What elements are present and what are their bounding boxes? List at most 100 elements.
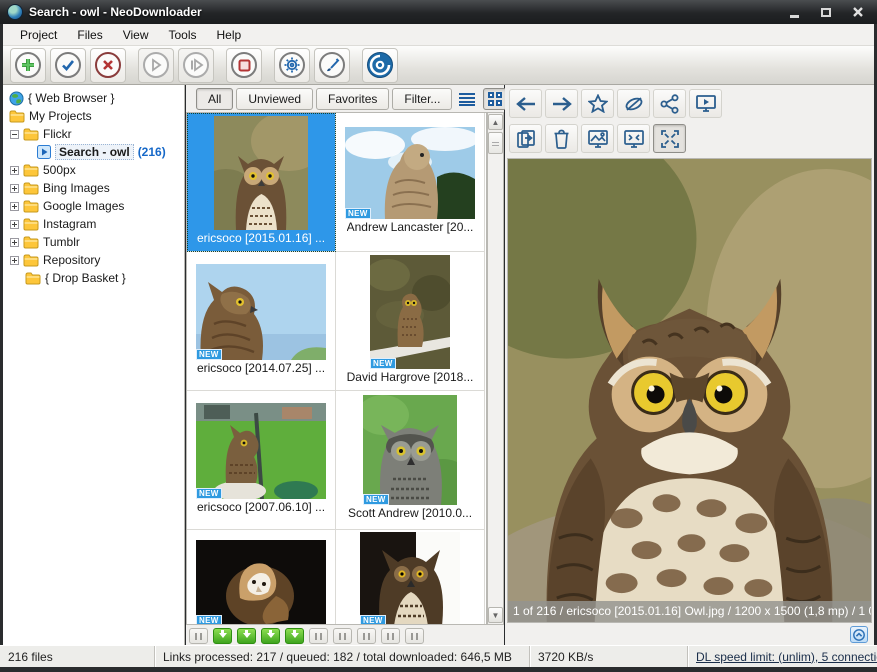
thumbnail-item-2[interactable]: NEW Andrew Lancaster [20... bbox=[336, 113, 485, 252]
set-wallpaper-button[interactable] bbox=[581, 124, 614, 153]
tree-item-500px[interactable]: 500px bbox=[3, 161, 184, 179]
web-browser-button[interactable] bbox=[362, 48, 398, 83]
download-slot-paused[interactable] bbox=[381, 628, 400, 644]
thumbnail-caption: ericsoco [2007.06.10] ... bbox=[197, 499, 325, 516]
thumbnails-scrollbar[interactable]: ▲ ▼ bbox=[487, 112, 504, 625]
resume-download-button[interactable] bbox=[178, 48, 214, 83]
download-slot-active[interactable] bbox=[237, 628, 256, 644]
minimize-button[interactable] bbox=[783, 4, 805, 20]
next-image-button[interactable] bbox=[545, 89, 578, 118]
pause-icon bbox=[411, 633, 418, 640]
status-dl-limit: DL speed limit: (unlim), 5 connections bbox=[688, 646, 877, 667]
new-project-button[interactable] bbox=[10, 48, 46, 83]
download-arrow-icon bbox=[243, 633, 251, 642]
expand-expander-icon[interactable] bbox=[10, 166, 19, 175]
menu-view[interactable]: View bbox=[114, 25, 158, 45]
stop-download-button[interactable] bbox=[226, 48, 262, 83]
thumbnail-item-3[interactable]: NEW ericsoco [2014.07.25] ... bbox=[187, 252, 336, 391]
trash-icon bbox=[553, 129, 570, 149]
maximize-icon bbox=[821, 8, 831, 17]
monitor-play-icon bbox=[695, 94, 717, 113]
tree-item-google-images[interactable]: Google Images bbox=[3, 197, 184, 215]
tree-item-flickr[interactable]: Flickr bbox=[3, 125, 184, 143]
tree-item-repository[interactable]: Repository bbox=[3, 251, 184, 269]
scroll-up-icon[interactable]: ▲ bbox=[488, 114, 503, 130]
scroll-down-icon[interactable]: ▼ bbox=[488, 607, 503, 623]
collapse-expander-icon[interactable] bbox=[10, 130, 19, 139]
menu-help[interactable]: Help bbox=[208, 25, 251, 45]
expand-expander-icon[interactable] bbox=[10, 256, 19, 265]
expand-expander-icon[interactable] bbox=[10, 220, 19, 229]
copy-file-icon bbox=[516, 129, 536, 149]
preview-toolbar-row1 bbox=[505, 85, 874, 118]
favorite-button[interactable] bbox=[581, 89, 614, 118]
expand-expander-icon[interactable] bbox=[10, 202, 19, 211]
download-slot-paused[interactable] bbox=[309, 628, 328, 644]
view-fullscreen-button[interactable] bbox=[617, 124, 650, 153]
tree-item-bing-images[interactable]: Bing Images bbox=[3, 179, 184, 197]
browser-globe-icon bbox=[366, 51, 394, 79]
download-slot-active[interactable] bbox=[261, 628, 280, 644]
download-slot-paused[interactable] bbox=[333, 628, 352, 644]
download-slot-active[interactable] bbox=[285, 628, 304, 644]
tree-item-instagram[interactable]: Instagram bbox=[3, 215, 184, 233]
delete-project-button[interactable] bbox=[90, 48, 126, 83]
download-slot-paused[interactable] bbox=[405, 628, 424, 644]
monitor-image-icon bbox=[587, 129, 609, 149]
thumbnail-view-button[interactable] bbox=[483, 88, 507, 110]
maximize-button[interactable] bbox=[815, 4, 837, 20]
download-slot-paused[interactable] bbox=[357, 628, 376, 644]
tree-item-drop-basket[interactable]: { Drop Basket } bbox=[3, 269, 184, 287]
delete-file-button[interactable] bbox=[545, 124, 578, 153]
owl-photo-thumb bbox=[196, 264, 326, 360]
tree-item-my-projects[interactable]: My Projects bbox=[3, 107, 184, 125]
folder-icon bbox=[23, 182, 39, 195]
tab-all[interactable]: All bbox=[196, 88, 233, 110]
thumbnail-item-4[interactable]: NEW David Hargrove [2018... bbox=[336, 252, 485, 391]
menu-files[interactable]: Files bbox=[68, 25, 111, 45]
tab-unviewed[interactable]: Unviewed bbox=[236, 88, 313, 110]
thumbnail-item-8[interactable]: NEW bbox=[336, 530, 485, 625]
menu-tools[interactable]: Tools bbox=[160, 25, 206, 45]
previous-image-button[interactable] bbox=[509, 89, 542, 118]
link-icon bbox=[624, 95, 644, 113]
download-slot-paused[interactable] bbox=[189, 628, 208, 644]
check-button[interactable] bbox=[50, 48, 86, 83]
list-view-button[interactable] bbox=[455, 88, 479, 110]
new-badge: NEW bbox=[345, 208, 371, 219]
copy-file-button[interactable] bbox=[509, 124, 542, 153]
thumbnail-item-5[interactable]: NEW ericsoco [2007.06.10] ... bbox=[187, 391, 336, 530]
download-slot-active[interactable] bbox=[213, 628, 232, 644]
close-button[interactable] bbox=[847, 4, 869, 20]
tree-item-tumblr[interactable]: Tumblr bbox=[3, 233, 184, 251]
stop-icon bbox=[231, 52, 257, 78]
cross-icon bbox=[95, 52, 121, 78]
thumbnail-item-6[interactable]: NEW Scott Andrew [2010.0... bbox=[336, 391, 485, 530]
arrow-right-icon bbox=[551, 96, 573, 112]
tab-favorites[interactable]: Favorites bbox=[316, 88, 389, 110]
expand-expander-icon[interactable] bbox=[10, 184, 19, 193]
tree-item-search-owl[interactable]: Search - owl (216) bbox=[3, 143, 184, 161]
share-button[interactable] bbox=[653, 89, 686, 118]
thumbnail-caption: ericsoco [2015.01.16] ... bbox=[197, 230, 325, 247]
scrollbar-thumb[interactable] bbox=[488, 132, 503, 154]
thumbnail-caption: Scott Andrew [2010.0... bbox=[348, 505, 472, 522]
menu-project[interactable]: Project bbox=[11, 25, 66, 45]
open-link-button[interactable] bbox=[617, 89, 650, 118]
minimize-icon bbox=[790, 15, 799, 18]
thumbnail-item-7[interactable]: NEW bbox=[187, 530, 336, 625]
brush-icon bbox=[319, 52, 345, 78]
fit-to-window-button[interactable] bbox=[653, 124, 686, 153]
expand-expander-icon[interactable] bbox=[10, 238, 19, 247]
start-download-button[interactable] bbox=[138, 48, 174, 83]
customize-button[interactable] bbox=[314, 48, 350, 83]
thumbnail-item-1[interactable]: ericsoco [2015.01.16] ... bbox=[187, 113, 336, 252]
tree-item-web-browser[interactable]: { Web Browser } bbox=[3, 89, 184, 107]
options-button[interactable] bbox=[274, 48, 310, 83]
slideshow-button[interactable] bbox=[689, 89, 722, 118]
preview-image[interactable]: 1 of 216 / ericsoco [2015.01.16] Owl.jpg… bbox=[507, 158, 872, 623]
tab-filter[interactable]: Filter... bbox=[392, 88, 452, 110]
collapse-panel-button[interactable] bbox=[850, 626, 868, 643]
dl-speed-limit-link[interactable]: DL speed limit: (unlim), 5 connections bbox=[696, 650, 877, 664]
window-frame bbox=[0, 667, 877, 672]
